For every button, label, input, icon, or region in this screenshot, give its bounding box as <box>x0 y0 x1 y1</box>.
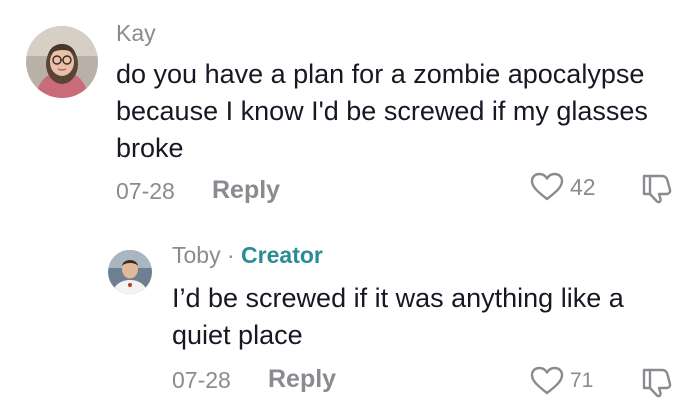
reply-button[interactable]: Reply <box>212 176 280 205</box>
comment-author[interactable]: Kay <box>116 20 156 47</box>
thumbs-down-icon <box>642 368 672 398</box>
comment-text: I’d be screwed if it was anything like a… <box>172 283 624 350</box>
like-button[interactable]: 71 <box>530 366 593 396</box>
avatar[interactable] <box>26 26 98 98</box>
reply-button[interactable]: Reply <box>268 365 336 394</box>
comment-text: do you have a plan for a zombie apocalyp… <box>116 59 648 163</box>
like-button[interactable]: 42 <box>530 172 596 202</box>
author-separator: · <box>226 242 235 268</box>
comment-author[interactable]: Toby <box>172 242 221 268</box>
heart-outline-icon <box>530 172 564 201</box>
user-avatar-icon <box>26 26 98 98</box>
comment-date: 07-28 <box>172 367 231 393</box>
user-avatar-icon <box>108 250 152 294</box>
avatar[interactable] <box>108 250 152 294</box>
dislike-button[interactable] <box>640 172 674 209</box>
like-count: 71 <box>570 369 594 392</box>
thumbs-down-icon <box>642 174 672 204</box>
heart-outline-icon <box>530 366 564 395</box>
comment-date: 07-28 <box>116 178 175 204</box>
comment-author-line: Toby · Creator <box>172 242 323 269</box>
dislike-button[interactable] <box>640 366 674 403</box>
creator-badge: Creator <box>241 242 323 268</box>
like-count: 42 <box>570 173 596 200</box>
